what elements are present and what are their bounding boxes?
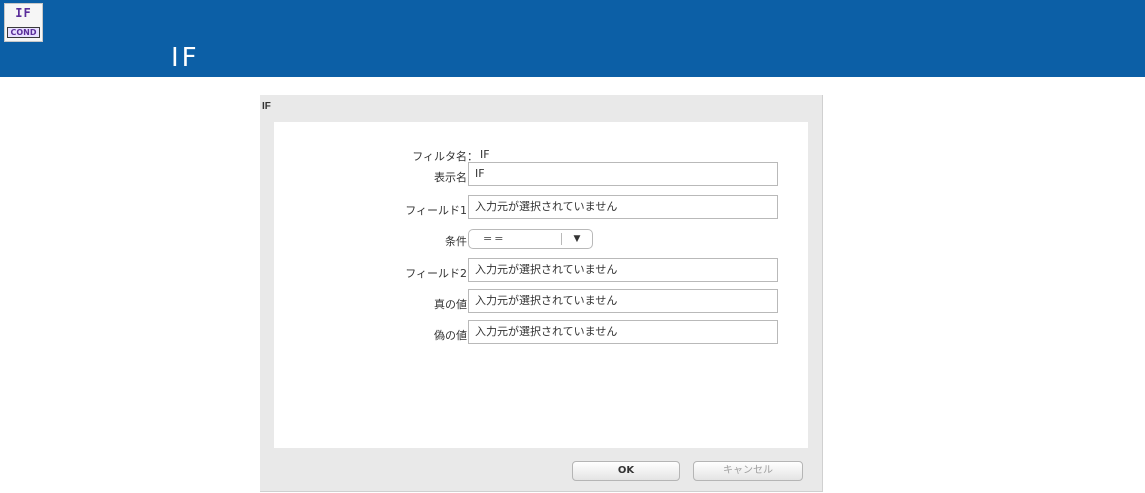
ok-button[interactable]: OK — [572, 461, 680, 481]
cancel-button[interactable]: キャンセル — [693, 461, 803, 481]
if-dialog: IF フィルタ名： IF 表示名： IF フィールド1： 入力元が選択されていま… — [260, 95, 823, 492]
icon-top-text: IF — [15, 6, 32, 20]
condition-select[interactable]: == ▼ — [468, 229, 593, 249]
filter-name-value: IF — [480, 148, 490, 161]
filter-name-label: フィルタ名： — [412, 150, 478, 163]
display-name-label: 表示名： — [434, 171, 478, 184]
if-cond-icon: IF COND — [4, 3, 43, 42]
field2-label: フィールド2： — [405, 267, 478, 280]
field1-label: フィールド1： — [405, 204, 478, 217]
icon-bottom-text: COND — [7, 27, 40, 38]
dialog-title: IF — [262, 101, 271, 112]
display-name-field[interactable]: IF — [468, 162, 778, 186]
form-panel: フィルタ名： IF 表示名： IF フィールド1： 入力元が選択されていません … — [274, 122, 808, 448]
true-value-input[interactable]: 入力元が選択されていません — [468, 289, 778, 313]
chevron-down-icon[interactable]: ▼ — [567, 230, 587, 248]
condition-label: 条件： — [445, 235, 478, 248]
condition-value: == — [483, 232, 506, 245]
header-bar: IF COND IF — [0, 0, 1145, 77]
true-value-label: 真の値： — [434, 298, 478, 311]
page-title: IF — [171, 43, 200, 73]
field2-input[interactable]: 入力元が選択されていません — [468, 258, 778, 282]
false-value-label: 偽の値： — [434, 329, 478, 342]
false-value-input[interactable]: 入力元が選択されていません — [468, 320, 778, 344]
field1-input[interactable]: 入力元が選択されていません — [468, 195, 778, 219]
select-divider — [561, 233, 562, 245]
